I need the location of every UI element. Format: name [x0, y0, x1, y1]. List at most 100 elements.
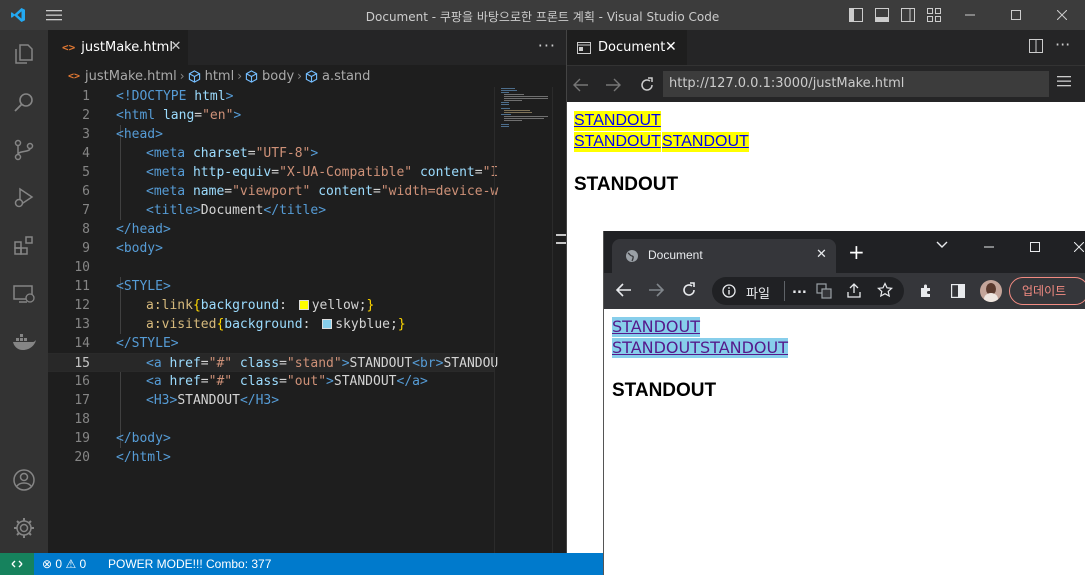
bookmark-star-icon[interactable] [877, 282, 893, 302]
title-bar: Document - 쿠팡을 바탕으로한 프론트 계획 - Visual Stu… [0, 0, 1085, 30]
breadcrumb-item-a-stand[interactable]: a.stand [305, 69, 370, 84]
standout-link[interactable]: STANDOUT [574, 132, 661, 152]
standout-link[interactable]: STANDOUT [574, 111, 661, 131]
code-editor[interactable]: 1 <!DOCTYPE html> 2 <html lang="en"> 3 <hea… [48, 87, 498, 553]
element-cube-icon [305, 69, 318, 83]
tab-search-chevron-icon[interactable] [936, 237, 948, 253]
standout-link[interactable]: STANDOUT [700, 338, 788, 358]
standout-link[interactable]: STANDOUT [612, 317, 700, 337]
chevron-right-icon: › [297, 69, 302, 83]
warning-icon: ⚠ [65, 557, 77, 571]
close-chrome-tab-icon[interactable]: ✕ [816, 247, 827, 262]
chrome-omnibox[interactable]: 파일 ... [712, 277, 904, 305]
source-control-icon[interactable] [0, 130, 48, 170]
forward-arrow-icon[interactable] [603, 75, 623, 95]
minimap[interactable] [494, 87, 552, 553]
code-line-14: 14 </STYLE> [74, 336, 179, 351]
new-tab-plus-icon[interactable]: + [848, 242, 865, 262]
chrome-maximize-icon[interactable] [1030, 240, 1040, 256]
hamburger-menu-icon[interactable] [36, 0, 72, 30]
chrome-minimize-icon[interactable] [984, 240, 994, 256]
preview-menu-icon[interactable] [1057, 75, 1071, 91]
more-actions-icon[interactable]: ··· [1055, 35, 1070, 54]
update-button[interactable]: 업데이트 [1009, 277, 1085, 305]
reload-icon[interactable] [637, 75, 657, 95]
more-actions-icon[interactable]: ··· [538, 36, 556, 55]
close-window-icon[interactable] [1039, 0, 1085, 30]
preview-tab[interactable]: Document ✕ [567, 30, 687, 65]
accounts-icon[interactable] [0, 460, 48, 500]
avatar[interactable] [980, 280, 1002, 302]
standout-heading: STANDOUT [612, 380, 717, 401]
problems-indicator[interactable]: ⊗ 0 ⚠ 0 [42, 557, 86, 571]
side-panel-icon[interactable] [950, 283, 966, 302]
share-icon[interactable] [846, 283, 862, 303]
editor-tab[interactable]: <> justMake.html ✕ [48, 30, 188, 65]
standout-link[interactable]: STANDOUT [612, 338, 700, 358]
code-line-20: 20 </html> [74, 450, 171, 465]
back-arrow-icon[interactable] [615, 283, 632, 301]
chevron-right-icon: › [179, 69, 185, 83]
maximize-icon[interactable] [993, 0, 1039, 30]
yellow-color-swatch[interactable] [298, 300, 309, 310]
skyblue-color-swatch[interactable] [322, 319, 333, 329]
customize-layout-icon[interactable] [921, 0, 947, 30]
split-editor-icon[interactable] [1029, 39, 1043, 57]
code-line-19: 19 </body> [74, 431, 171, 446]
back-arrow-icon[interactable] [571, 75, 591, 95]
minimize-icon[interactable] [947, 0, 993, 30]
editor-scrollbar[interactable] [552, 87, 567, 553]
code-line-13: 13 a:visited{background: skyblue;} [74, 317, 406, 332]
settings-gear-icon[interactable] [0, 508, 48, 548]
translate-icon[interactable] [816, 283, 832, 303]
close-preview-tab-icon[interactable]: ✕ [665, 39, 677, 55]
toggle-secondary-sidebar-icon[interactable] [895, 0, 921, 30]
reload-icon[interactable] [681, 282, 697, 302]
power-mode-combo: POWER MODE!!! Combo: 377 [108, 557, 272, 571]
chrome-page-content: STANDOUT STANDOUT STANDOUT STANDOUT [604, 309, 1085, 575]
toggle-panel-icon[interactable] [869, 0, 895, 30]
remote-explorer-icon[interactable] [0, 274, 48, 314]
chrome-tab-label: Document [648, 248, 703, 262]
code-line-1: 1 <!DOCTYPE html> [82, 89, 234, 104]
close-tab-icon[interactable]: ✕ [168, 39, 184, 55]
preview-tab-label: Document [598, 40, 666, 55]
code-line-7: 7 <title>Document</title> [82, 203, 327, 218]
globe-icon [626, 250, 638, 262]
run-debug-icon[interactable] [0, 178, 48, 218]
code-line-10: 10 [74, 260, 90, 275]
omnibox-file-label: 파일 [746, 287, 770, 302]
search-icon[interactable] [0, 82, 48, 122]
standout-link[interactable]: STANDOUT [662, 132, 749, 152]
code-line-16: 16 <a href="#" class="out">STANDOUT</a> [74, 374, 428, 389]
toggle-primary-sidebar-icon[interactable] [843, 0, 869, 30]
remote-indicator-icon[interactable] [0, 553, 34, 575]
explorer-icon[interactable] [0, 34, 48, 74]
extensions-puzzle-icon[interactable] [918, 283, 934, 303]
editor-group: <> justMake.html ✕ ··· <> justMake.html ›… [48, 30, 567, 553]
editor-tab-bar: <> justMake.html ✕ ··· [48, 30, 566, 65]
code-line-11: 11 <STYLE> [74, 279, 171, 294]
chrome-toolbar: 파일 ... 업데이트 [604, 273, 1085, 309]
code-line-2: 2 <html lang="en"> [82, 108, 242, 123]
code-line-12: 12 a:link{background: yellow;} [74, 298, 375, 313]
html-file-icon: <> [68, 70, 81, 82]
docker-icon[interactable] [0, 322, 48, 362]
activity-bar [0, 30, 48, 553]
standout-heading: STANDOUT [574, 174, 679, 195]
code-line-8: 8 </head> [82, 222, 171, 237]
breadcrumb-item-html[interactable]: html [188, 69, 234, 84]
info-icon [722, 284, 736, 298]
error-icon: ⊗ [42, 557, 53, 571]
forward-arrow-icon[interactable] [648, 283, 665, 301]
breadcrumb: <> justMake.html › html › body › a.stand [48, 65, 566, 87]
preview-tab-bar: Document ✕ ··· [567, 30, 1085, 65]
chrome-close-icon[interactable] [1073, 240, 1085, 256]
chrome-tab[interactable]: Document ✕ [612, 239, 836, 273]
code-line-15: 15 <a href="#" class="stand">STANDOUT<br>… [48, 353, 498, 372]
breadcrumb-item-file[interactable]: <> justMake.html [68, 69, 177, 84]
breadcrumb-item-body[interactable]: body [245, 69, 294, 84]
extensions-icon[interactable] [0, 226, 48, 266]
code-line-3: 3 <head> [82, 127, 163, 142]
preview-url-input[interactable]: http://127.0.0.1:3000/justMake.html [663, 71, 1049, 97]
